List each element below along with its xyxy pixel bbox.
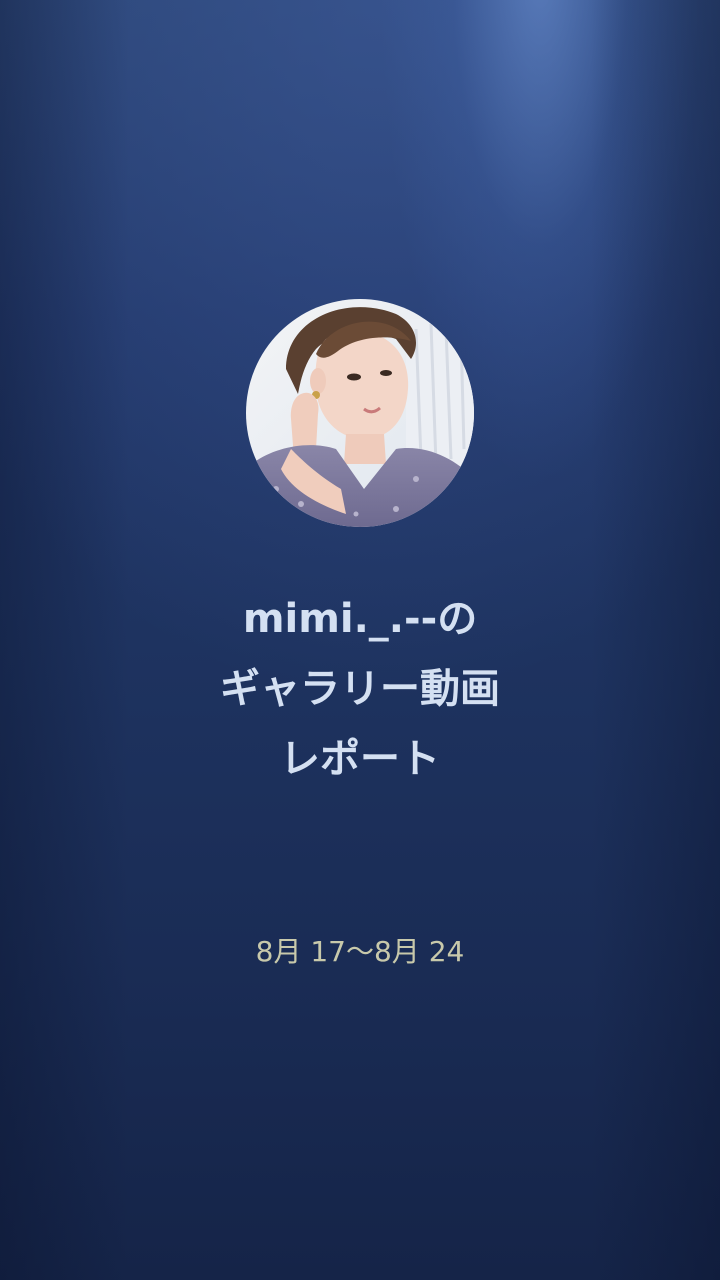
avatar-photo-icon (246, 299, 474, 527)
title-line-gallery-video: ギャラリー動画 (220, 666, 500, 712)
profile-avatar (246, 299, 474, 527)
title-line-username: mimi._.--の (242, 596, 478, 642)
title-line-report: レポート (280, 736, 440, 782)
date-range-label: 8月 17〜8月 24 (255, 935, 465, 968)
gallery-report-screen: mimi._.--の ギャラリー動画 レポート 8月 17〜8月 24 (0, 0, 720, 1280)
report-title: mimi._.--の ギャラリー動画 レポート (0, 584, 720, 794)
